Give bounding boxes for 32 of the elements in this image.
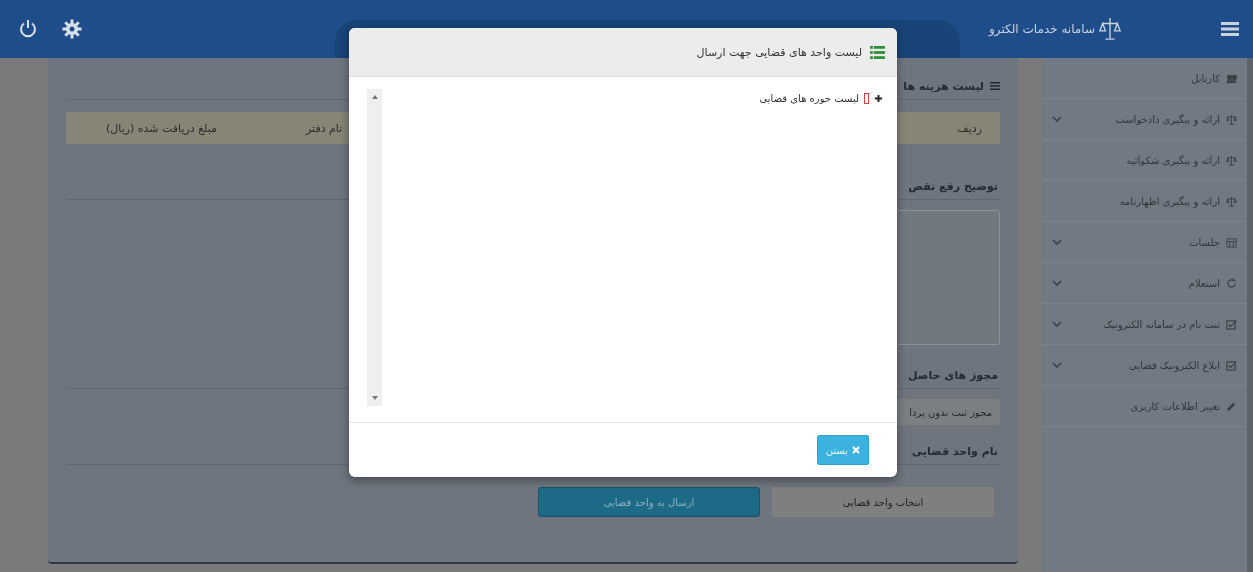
close-icon	[852, 446, 860, 454]
settings-icon[interactable]	[62, 19, 82, 39]
list-icon	[990, 82, 1000, 90]
column-header: مبلغ دریافت شده (ریال)	[106, 121, 217, 135]
tree-item[interactable]: لیست حوزه های قضایی	[759, 93, 859, 104]
checkbox-icon	[1226, 318, 1237, 330]
scales-icon	[1226, 113, 1237, 125]
modal-title: لیست واحد های قضایی جهت ارسال	[696, 45, 862, 59]
scales-icon	[1226, 195, 1237, 207]
checkbox-icon	[1226, 359, 1237, 371]
section-heading: مجوز های حاصل	[908, 369, 999, 382]
pencil-icon	[1226, 400, 1237, 412]
calendar-icon	[1226, 236, 1237, 248]
scrollbar[interactable]	[367, 89, 382, 406]
select-unit-button[interactable]: انتخاب واحد قضایی	[772, 487, 994, 517]
scales-icon	[1099, 16, 1121, 42]
power-icon[interactable]	[18, 19, 38, 39]
section-heading: لیست هزینه ها	[903, 80, 985, 93]
section-heading: نام واحد قضایی	[911, 445, 999, 458]
send-button[interactable]: ارسال به واحد قضایی	[538, 487, 760, 517]
menu-icon[interactable]	[1221, 22, 1239, 36]
list-icon	[870, 45, 885, 59]
checkbox[interactable]	[864, 93, 869, 104]
expand-icon[interactable]	[874, 94, 883, 103]
scales-icon	[1226, 154, 1237, 166]
dashboard-icon	[1226, 72, 1237, 84]
column-header: ردیف	[957, 121, 982, 135]
refresh-icon	[1226, 277, 1237, 289]
close-button[interactable]: بستن	[816, 435, 869, 465]
app-title: سامانه خدمات الکترو	[989, 22, 1095, 36]
column-header: نام دفتر	[306, 121, 343, 135]
section-heading: توضیح رفع نقص	[908, 180, 999, 193]
